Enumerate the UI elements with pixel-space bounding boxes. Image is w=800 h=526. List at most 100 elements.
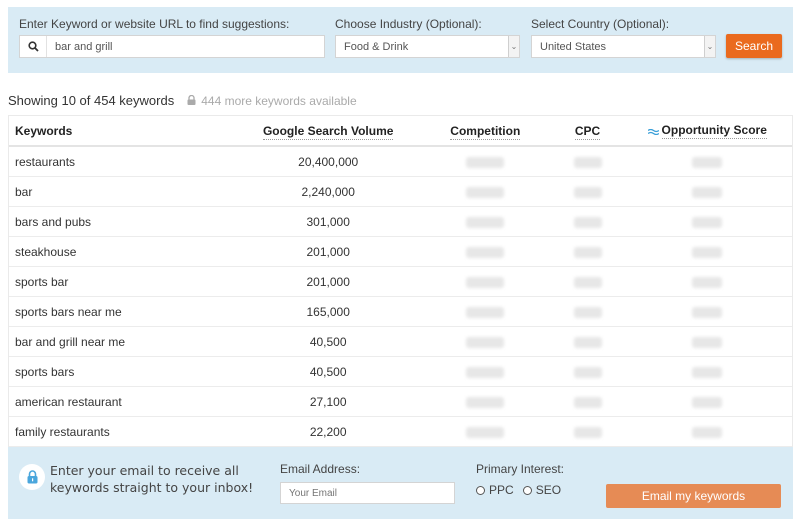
- radio-ppc-label: PPC: [489, 483, 514, 497]
- volume-cell: 27,100: [309, 394, 347, 409]
- blurred-value: [692, 336, 723, 348]
- chevron-down-icon: ⌄: [508, 36, 519, 57]
- competition-cell: [418, 395, 553, 409]
- volume-cell: 165,000: [306, 304, 350, 319]
- radio-seo[interactable]: SEO: [522, 483, 562, 497]
- table-row: sports bars 40,500: [9, 357, 792, 387]
- cpc-cell: [553, 245, 623, 259]
- blurred-value: [692, 426, 723, 438]
- promo-line-2: keywords straight to your inbox!: [50, 480, 254, 495]
- keyword-cell: steakhouse: [15, 244, 77, 259]
- keyword-cell: restaurants: [15, 154, 76, 169]
- blurred-value: [692, 306, 723, 318]
- blurred-value: [573, 276, 602, 288]
- table-row: steakhouse 201,000: [9, 237, 792, 267]
- opportunity-cell: [622, 155, 792, 169]
- promo-line-1: Enter your email to receive all: [50, 463, 239, 478]
- blurred-value: [466, 186, 505, 198]
- header-cpc[interactable]: CPC: [553, 123, 623, 140]
- blurred-value: [573, 216, 602, 228]
- radio-circle[interactable]: [476, 485, 485, 495]
- keywords-table: Keywords Google Search Volume Competitio…: [8, 115, 793, 447]
- email-keywords-button[interactable]: Email my keywords: [606, 484, 781, 508]
- header-competition[interactable]: Competition: [418, 123, 553, 140]
- keyword-cell: sports bars near me: [15, 304, 122, 319]
- keyword-cell: sports bar: [15, 274, 69, 289]
- radio-circle[interactable]: [522, 485, 532, 495]
- keyword-input[interactable]: [47, 36, 324, 57]
- competition-cell: [418, 365, 553, 379]
- blurred-value: [692, 216, 723, 228]
- search-panel: Enter Keyword or website URL to find sug…: [8, 7, 793, 73]
- blurred-value: [573, 186, 602, 198]
- table-row: sports bar 201,000: [9, 267, 792, 297]
- country-select-value: United States: [540, 40, 607, 53]
- competition-cell: [418, 245, 553, 259]
- header-cpc-label: CPC: [574, 123, 601, 140]
- header-volume[interactable]: Google Search Volume: [238, 123, 418, 140]
- lock-icon: [187, 94, 196, 108]
- blurred-value: [466, 426, 505, 438]
- search-button[interactable]: Search: [726, 34, 782, 58]
- keyword-cell: american restaurant: [15, 394, 122, 409]
- opportunity-cell: [622, 215, 792, 229]
- email-field[interactable]: [280, 482, 455, 504]
- header-competition-label: Competition: [450, 123, 521, 140]
- radio-seo-label: SEO: [535, 483, 562, 497]
- table-row: sports bars near me 165,000: [9, 297, 792, 327]
- keyword-label: Enter Keyword or website URL to find sug…: [19, 17, 290, 31]
- header-volume-label: Google Search Volume: [262, 123, 394, 140]
- opportunity-cell: [622, 425, 792, 439]
- lock-badge: [19, 464, 45, 490]
- primary-interest-options: PPC SEO: [476, 483, 570, 497]
- volume-cell: 22,200: [309, 424, 347, 439]
- opportunity-cell: [622, 335, 792, 349]
- opportunity-cell: [622, 185, 792, 199]
- blurred-value: [692, 186, 723, 198]
- competition-cell: [418, 275, 553, 289]
- competition-cell: [418, 155, 553, 169]
- table-body: restaurants 20,400,000 bar 2,240,000 bars an…: [9, 147, 792, 447]
- showing-count: Showing 10 of 454 keywords: [8, 93, 175, 108]
- keyword-search-box: [19, 35, 325, 58]
- country-label: Select Country (Optional):: [531, 17, 670, 31]
- blurred-value: [573, 426, 602, 438]
- industry-select[interactable]: Food & Drink ⌄: [335, 35, 520, 58]
- results-summary: Showing 10 of 454 keywords 444 more keyw…: [8, 93, 357, 108]
- volume-cell: 40,500: [309, 334, 347, 349]
- table-row: family restaurants 22,200: [9, 417, 792, 447]
- blurred-value: [573, 396, 602, 408]
- cpc-cell: [553, 275, 623, 289]
- table-row: restaurants 20,400,000: [9, 147, 792, 177]
- radio-ppc[interactable]: PPC: [476, 483, 514, 497]
- more-keywords-text: 444 more keywords available: [201, 93, 357, 108]
- header-opportunity[interactable]: Opportunity Score: [622, 123, 792, 140]
- header-opportunity-label: Opportunity Score: [661, 123, 767, 140]
- blurred-value: [466, 216, 505, 228]
- email-capture-panel: Enter your email to receive all keywords…: [8, 447, 793, 519]
- header-keywords: Keywords: [15, 123, 73, 138]
- cpc-cell: [553, 155, 623, 169]
- cpc-cell: [553, 365, 623, 379]
- cpc-cell: [553, 215, 623, 229]
- cpc-cell: [553, 395, 623, 409]
- opportunity-cell: [622, 395, 792, 409]
- keyword-cell: family restaurants: [15, 424, 110, 439]
- blurred-value: [466, 156, 505, 168]
- blurred-value: [692, 156, 723, 168]
- keyword-cell: bar: [15, 184, 33, 199]
- blurred-value: [692, 246, 723, 258]
- blurred-value: [466, 276, 505, 288]
- opportunity-cell: [622, 245, 792, 259]
- blurred-value: [573, 156, 602, 168]
- chevron-down-icon: ⌄: [704, 36, 715, 57]
- country-select[interactable]: United States ⌄: [531, 35, 716, 58]
- cpc-cell: [553, 185, 623, 199]
- blurred-value: [573, 366, 602, 378]
- table-row: bar and grill near me 40,500: [9, 327, 792, 357]
- table-row: american restaurant 27,100: [9, 387, 792, 417]
- blurred-value: [466, 246, 505, 258]
- primary-interest-label: Primary Interest:: [476, 462, 565, 476]
- table-row: bar 2,240,000: [9, 177, 792, 207]
- lock-icon: [27, 470, 37, 484]
